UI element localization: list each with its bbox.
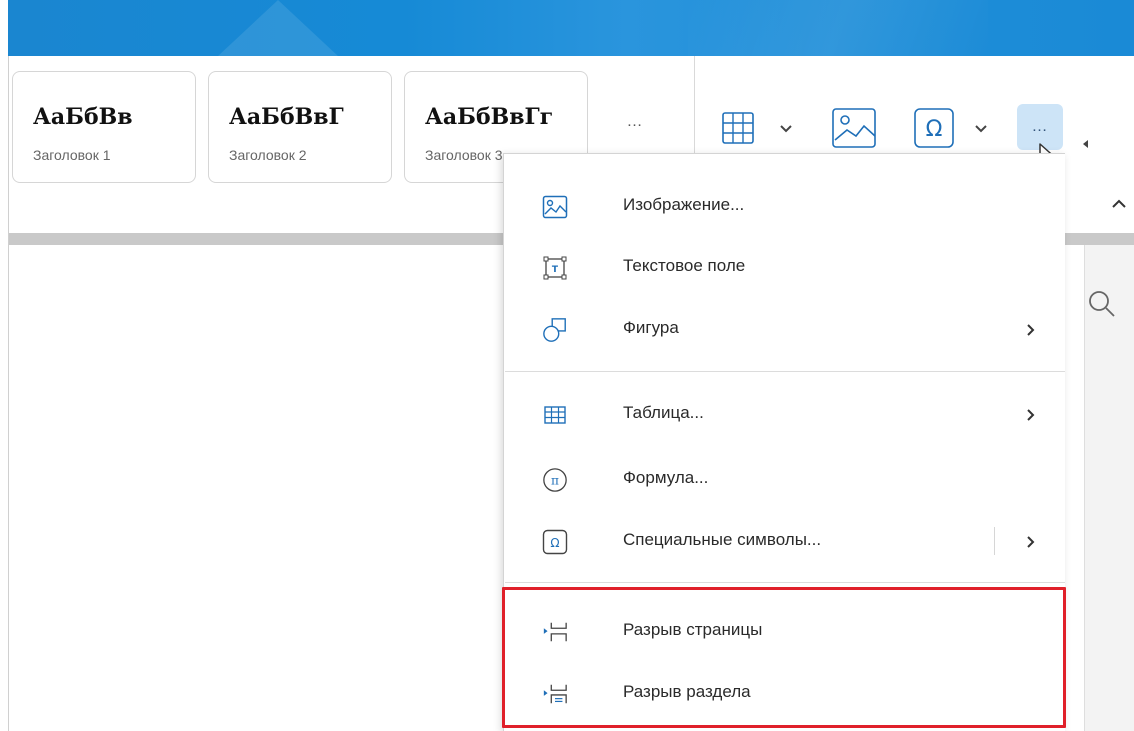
chevron-up-icon[interactable] xyxy=(1110,198,1128,210)
chevron-down-icon xyxy=(780,125,792,133)
menu-item-label: Текстовое поле xyxy=(623,256,746,275)
menu-item-label: Специальные символы... xyxy=(623,530,822,549)
shape-icon xyxy=(542,317,568,343)
chevron-down-icon xyxy=(975,125,987,133)
more-styles-button[interactable]: … xyxy=(620,112,650,132)
menu-item-label: Изображение... xyxy=(623,195,745,214)
image-icon xyxy=(542,194,568,220)
section-break-icon xyxy=(542,681,568,707)
omega-icon: Ω xyxy=(914,108,954,148)
insert-table-button[interactable] xyxy=(719,108,792,148)
omega-icon: Ω xyxy=(542,529,568,555)
menu-item-label: Таблица... xyxy=(623,403,704,422)
split-button-separator xyxy=(994,527,995,555)
style-caption: Заголовок 3 xyxy=(425,147,503,163)
table-icon xyxy=(722,112,754,144)
scroll-left-arrow-icon[interactable] xyxy=(1083,140,1088,148)
menu-item-text-box[interactable]: T Текстовое поле xyxy=(504,237,1064,297)
search-icon[interactable] xyxy=(1086,288,1118,320)
menu-item-image[interactable]: Изображение... xyxy=(504,176,1064,236)
svg-text:T: T xyxy=(552,265,559,275)
formula-icon: π xyxy=(542,467,568,493)
style-heading-2[interactable]: АаБбВвГ Заголовок 2 xyxy=(208,71,392,183)
svg-text:Ω: Ω xyxy=(926,117,943,142)
menu-item-table[interactable]: Таблица... xyxy=(504,384,1064,444)
menu-item-special-symbols[interactable]: Ω Специальные символы... xyxy=(504,511,1064,571)
special-symbols-button[interactable]: Ω xyxy=(912,106,992,152)
style-heading-1[interactable]: АаБбВв Заголовок 1 xyxy=(12,71,196,183)
image-icon xyxy=(832,108,876,148)
menu-item-section-break[interactable]: Разрыв раздела xyxy=(504,663,1064,723)
chevron-right-icon xyxy=(1027,324,1035,336)
title-bar-decoration xyxy=(688,0,988,56)
title-bar xyxy=(8,0,1134,56)
svg-text:Ω: Ω xyxy=(550,536,559,550)
style-sample: АаБбВвГ xyxy=(229,104,344,130)
table-icon xyxy=(542,402,568,428)
chevron-right-icon[interactable] xyxy=(1026,535,1036,549)
title-bar-decoration xyxy=(218,0,338,56)
style-sample: АаБбВвГг xyxy=(425,104,554,130)
menu-separator xyxy=(505,582,1065,583)
menu-item-shape[interactable]: Фигура xyxy=(504,299,1064,359)
svg-text:π: π xyxy=(551,474,559,488)
style-caption: Заголовок 2 xyxy=(229,147,307,163)
style-caption: Заголовок 1 xyxy=(33,147,111,163)
menu-item-label: Фигура xyxy=(623,318,679,337)
text-box-icon: T xyxy=(542,255,568,281)
page-break-icon xyxy=(542,619,568,645)
insert-image-button[interactable] xyxy=(830,106,882,152)
menu-item-label: Разрыв страницы xyxy=(623,620,763,639)
style-sample: АаБбВв xyxy=(33,104,133,130)
menu-item-label: Формула... xyxy=(623,468,709,487)
menu-item-page-break[interactable]: Разрыв страницы xyxy=(504,601,1064,661)
menu-item-formula[interactable]: π Формула... xyxy=(504,449,1064,509)
insert-dropdown-menu: Изображение... T Текстовое поле Фигура Т… xyxy=(503,153,1065,731)
chevron-right-icon xyxy=(1027,409,1035,421)
menu-item-label: Разрыв раздела xyxy=(623,682,751,701)
menu-separator xyxy=(505,371,1065,372)
